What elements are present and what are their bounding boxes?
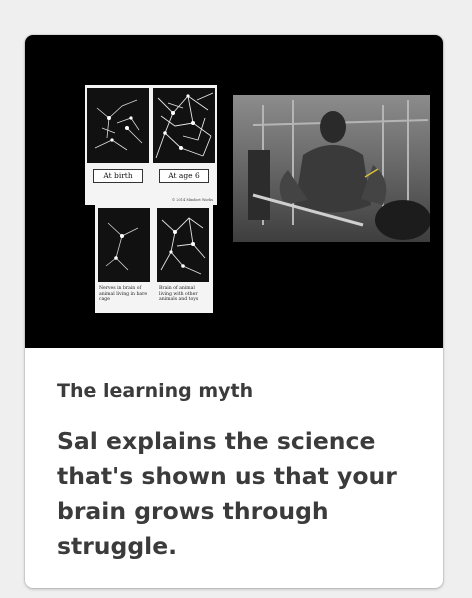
caption-bare-cage: Nerves in brain of animal living in bare… — [99, 286, 148, 302]
card-title[interactable]: The learning myth — [57, 380, 253, 402]
copyright-text: © 2014 Mindset Works — [171, 198, 213, 202]
neuron-image-enriched — [157, 208, 209, 282]
label-at-birth: At birth — [93, 169, 143, 183]
video-card[interactable]: At birth At age 6 © 2014 Mindset Works N… — [25, 35, 443, 588]
neuron-figure-bottom: Nerves in brain of animal living in bare… — [95, 205, 213, 313]
video-thumbnail[interactable]: At birth At age 6 © 2014 Mindset Works N… — [25, 35, 443, 348]
neuron-figure-top: At birth At age 6 © 2014 Mindset Works — [85, 85, 217, 205]
neuron-image-birth — [87, 88, 149, 163]
label-at-age-6: At age 6 — [159, 169, 209, 183]
card-description: Sal explains the science that's shown us… — [57, 427, 397, 560]
neuron-image-age6 — [153, 88, 215, 163]
bodybuilder-photo — [233, 95, 430, 242]
neuron-image-bare-cage — [98, 208, 150, 282]
caption-enriched: Brain of animal living with other animal… — [159, 286, 199, 302]
card-info: The learning myth Sal explains the scien… — [25, 348, 443, 588]
